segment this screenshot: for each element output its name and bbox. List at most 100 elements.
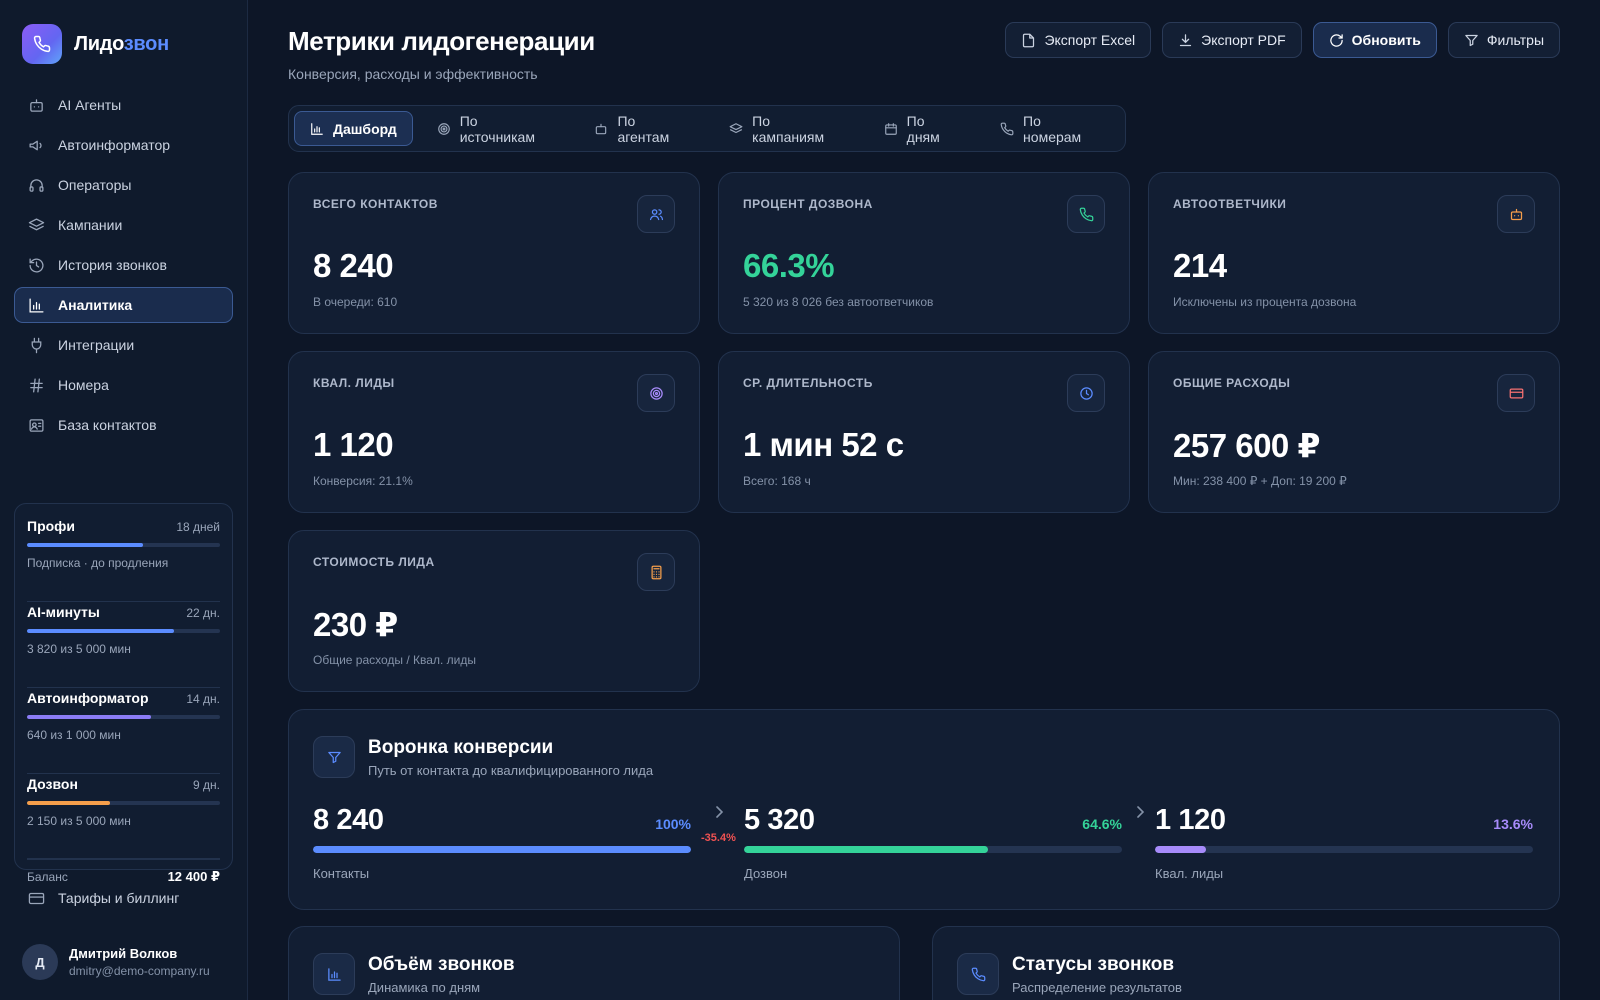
sidebar-item-label: Номера [58, 377, 109, 393]
bar-chart-icon [313, 953, 355, 995]
stage-bar-fill [744, 846, 989, 853]
stage-percent: 64.6% [1082, 816, 1122, 832]
subscription-days: 14 дн. [186, 692, 220, 706]
user-name: Дмитрий Волков [69, 946, 178, 961]
subscription-desc: 3 820 из 5 000 мин [27, 642, 131, 656]
users-icon [637, 195, 675, 233]
progress-fill [27, 543, 143, 547]
subscription-item: AI-минуты 22 дн. 3 820 из 5 000 мин [27, 602, 220, 688]
export-excel-label: Экспорт Excel [1044, 32, 1136, 48]
header-actions: Экспорт Excel Экспорт PDF Обновить Фильт… [1005, 22, 1560, 58]
sidebar-item-label: Интеграции [58, 337, 135, 353]
sidebar-item-integrations[interactable]: Интеграции [14, 327, 233, 363]
sidebar-item-label: Кампании [58, 217, 123, 233]
sidebar-item-call-history[interactable]: История звонков [14, 247, 233, 283]
sidebar-item-label: Автоинформатор [58, 137, 171, 153]
stage-bar [744, 846, 1122, 853]
subscription-progress [27, 801, 220, 805]
metric-value: 257 600 ₽ [1173, 427, 1320, 464]
tab-by-campaigns[interactable]: По кампаниям [713, 111, 860, 146]
sidebar-item-billing[interactable]: Тарифы и биллинг [14, 880, 233, 916]
subscription-name: Автоинформатор [27, 690, 149, 706]
phone-icon [1000, 122, 1014, 136]
subscription-days: 9 дн. [193, 778, 220, 792]
refresh-button[interactable]: Обновить [1312, 22, 1437, 58]
tab-by-days[interactable]: По дням [868, 111, 976, 146]
stage-value: 8 240 [313, 804, 384, 836]
tab-label: По кампаниям [752, 112, 825, 145]
tab-label: По агентам [617, 112, 670, 145]
sidebar: Лидозвон AI Агенты Автоинформатор Операт… [0, 0, 248, 1000]
tab-by-agents[interactable]: По агентам [578, 111, 705, 146]
stage-bar-fill [313, 846, 691, 853]
panel-subtitle: Распределение результатов [1012, 980, 1182, 995]
sidebar-item-autoinformer[interactable]: Автоинформатор [14, 127, 233, 163]
stage-bar-fill [1155, 846, 1207, 853]
sidebar-item-contacts[interactable]: База контактов [14, 407, 233, 443]
brand-name: Лидозвон [74, 32, 169, 55]
file-icon [1021, 33, 1036, 48]
sidebar-item-label: Тарифы и биллинг [58, 890, 180, 906]
credit-card-icon [27, 889, 45, 907]
user-profile[interactable]: Д Дмитрий Волков dmitry@demo-company.ru [22, 944, 210, 980]
tab-label: По источникам [459, 112, 535, 145]
tab-label: Дашборд [333, 120, 397, 137]
metric-note: Исключены из процента дозвона [1173, 295, 1357, 309]
stage-label: Контакты [313, 866, 370, 881]
subscriptions-panel: Профи 18 дней Подписка · до продления AI-… [14, 503, 233, 884]
metric-note: 5 320 из 8 026 без автоответчиков [743, 295, 934, 309]
brand[interactable]: Лидозвон [22, 24, 169, 64]
layers-icon [27, 216, 45, 234]
refresh-label: Обновить [1351, 32, 1421, 48]
funnel-stage-connected: 5 320 64.6% Дозвон [744, 804, 1122, 884]
metric-value: 214 [1173, 247, 1227, 284]
subscription-name: AI-минуты [27, 604, 100, 620]
metric-label: ОБЩИЕ РАСХОДЫ [1173, 376, 1291, 390]
metric-value: 230 ₽ [313, 606, 398, 643]
subscription-item: Дозвон 9 дн. 2 150 из 5 000 мин [27, 774, 220, 860]
avatar: Д [22, 944, 58, 980]
sidebar-item-analytics[interactable]: Аналитика [14, 287, 233, 323]
subscription-name: Дозвон [27, 776, 78, 792]
conversion-funnel: Воронка конверсии Путь от контакта до кв… [288, 709, 1560, 910]
tab-dashboard[interactable]: Дашборд [294, 111, 413, 146]
calendar-icon [884, 122, 898, 136]
headset-icon [27, 176, 45, 194]
contact-card-icon [27, 416, 45, 434]
sidebar-item-ai-agents[interactable]: AI Агенты [14, 87, 233, 123]
filter-icon [313, 736, 355, 778]
stage-bar [1155, 846, 1533, 853]
funnel-subtitle: Путь от контакта до квалифицированного л… [368, 763, 654, 778]
robot-icon [594, 122, 608, 136]
metric-card-answering-machines: АВТООТВЕТЧИКИ 214 Исключены из процента … [1148, 172, 1560, 334]
layers-icon [729, 122, 743, 136]
tab-by-sources[interactable]: По источникам [421, 111, 571, 146]
sidebar-item-label: Операторы [58, 177, 132, 193]
metric-value: 1 120 [313, 426, 394, 463]
export-pdf-button[interactable]: Экспорт PDF [1162, 22, 1302, 58]
metric-card-avg-duration: СР. ДЛИТЕЛЬНОСТЬ 1 мин 52 с Всего: 168 ч [718, 351, 1130, 513]
progress-fill [27, 801, 110, 805]
filter-icon [1464, 33, 1479, 48]
sidebar-item-operators[interactable]: Операторы [14, 167, 233, 203]
subscription-days: 22 дн. [186, 606, 220, 620]
tab-by-numbers[interactable]: По номерам [984, 111, 1117, 146]
metric-card-total-costs: ОБЩИЕ РАСХОДЫ 257 600 ₽ Мин: 238 400 ₽ +… [1148, 351, 1560, 513]
stage-value: 1 120 [1155, 804, 1226, 836]
metric-card-total-contacts: ВСЕГО КОНТАКТОВ 8 240 В очереди: 610 [288, 172, 700, 334]
metric-note: Общие расходы / Квал. лиды [313, 653, 476, 667]
stage-bar [313, 846, 691, 853]
filters-label: Фильтры [1486, 32, 1544, 48]
stage-value: 5 320 [744, 804, 815, 836]
user-email: dmitry@demo-company.ru [69, 964, 210, 978]
metric-label: СТОИМОСТЬ ЛИДА [313, 555, 435, 569]
filters-button[interactable]: Фильтры [1447, 22, 1560, 58]
sidebar-item-label: История звонков [58, 257, 167, 273]
tab-label: По дням [906, 112, 940, 145]
subscription-progress [27, 629, 220, 633]
metric-note: Мин: 238 400 ₽ + Доп: 19 200 ₽ [1173, 474, 1347, 488]
sidebar-item-campaigns[interactable]: Кампании [14, 207, 233, 243]
panel-subtitle: Динамика по дням [368, 980, 481, 995]
sidebar-item-numbers[interactable]: Номера [14, 367, 233, 403]
export-excel-button[interactable]: Экспорт Excel [1005, 22, 1152, 58]
